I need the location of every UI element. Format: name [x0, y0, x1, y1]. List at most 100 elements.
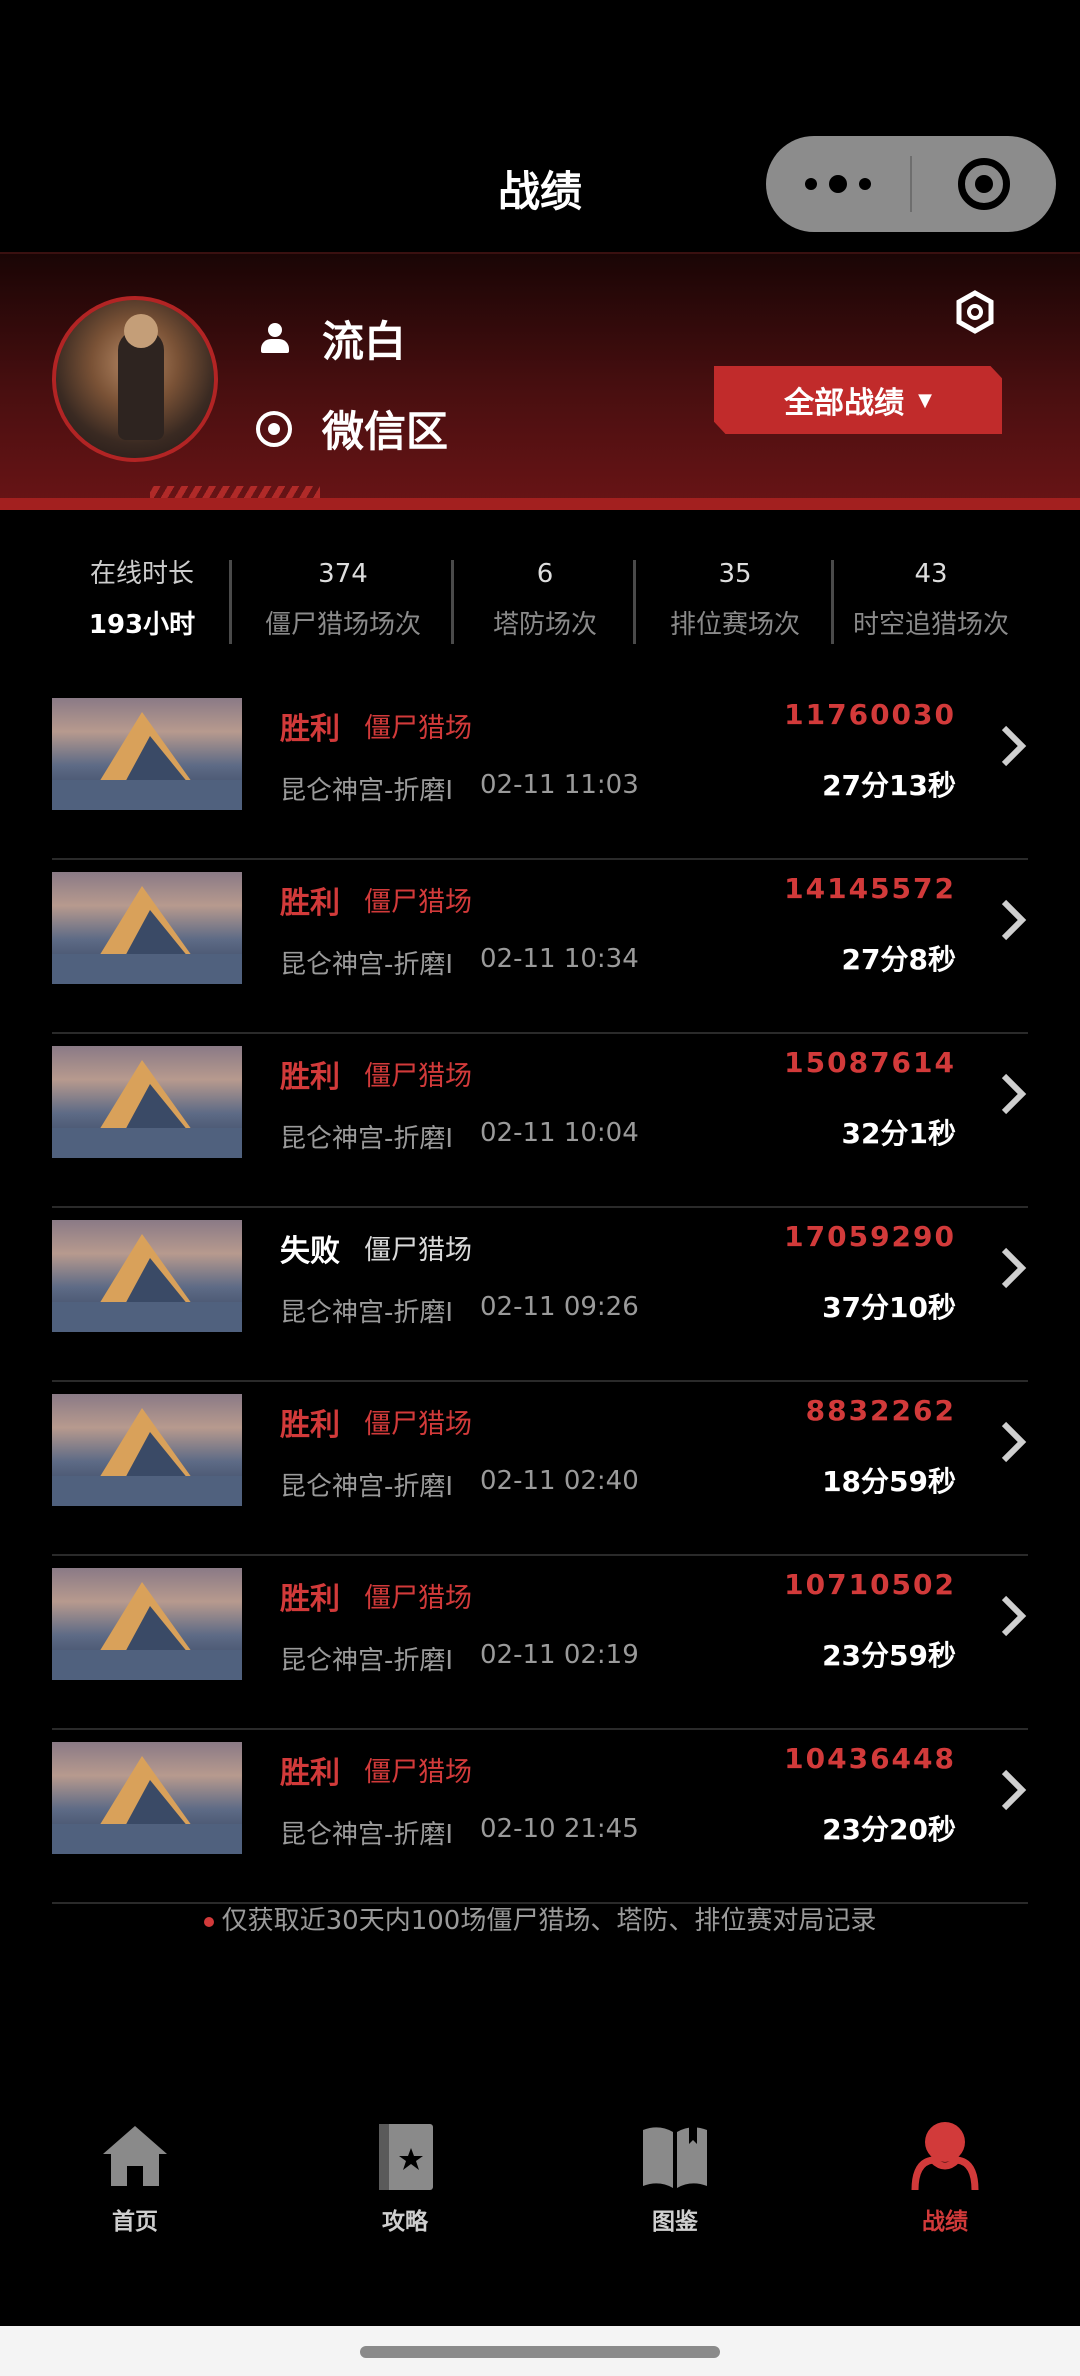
chevron-right-icon [1001, 1247, 1027, 1289]
tab-collection[interactable]: 图鉴 [540, 2068, 810, 2326]
stat-label: 时空追猎场次 [852, 610, 1009, 640]
match-record-row[interactable]: 胜利 僵尸猎场 昆仑神宫-折磨I 02-11 10:34 14145572 27… [0, 860, 1080, 1034]
match-result: 胜利 [280, 886, 340, 921]
match-map: 昆仑神宫-折磨I [280, 1298, 454, 1328]
stat-label: 塔防场次 [492, 610, 597, 640]
match-record-row[interactable]: 胜利 僵尸猎场 昆仑神宫-折磨I 02-10 21:45 10436448 23… [0, 1730, 1080, 1904]
match-time: 02-11 11:03 [480, 770, 639, 800]
player-name-row: 流白 [256, 308, 406, 369]
stat-tower-defense: 6 塔防场次 [454, 554, 636, 650]
match-time: 02-11 02:40 [480, 1466, 639, 1496]
user-icon [256, 321, 292, 357]
match-map: 昆仑神宫-折磨I [280, 776, 454, 806]
chevron-right-icon [1001, 1769, 1027, 1811]
stat-ranked: 35 排位赛场次 [636, 554, 834, 650]
tab-guide[interactable]: 攻略 [270, 2068, 540, 2326]
match-score: 8832262 [805, 1394, 956, 1427]
match-mode: 僵尸猎场 [364, 713, 472, 744]
match-map: 昆仑神宫-折磨I [280, 1820, 454, 1850]
match-result: 失败 [280, 1234, 340, 1269]
match-time: 02-11 02:19 [480, 1640, 639, 1670]
match-mode: 僵尸猎场 [364, 1235, 472, 1266]
target-icon [958, 158, 1010, 210]
avatar[interactable] [52, 296, 218, 462]
map-thumbnail [52, 1742, 242, 1854]
stat-value: 374 [318, 559, 368, 589]
map-thumbnail [52, 1394, 242, 1506]
open-book-icon [643, 2124, 707, 2188]
stat-value: 43 [914, 559, 948, 589]
zone-name: 微信区 [322, 407, 449, 456]
match-time: 02-11 09:26 [480, 1292, 639, 1322]
match-score: 10436448 [784, 1742, 956, 1775]
chevron-right-icon [1001, 1595, 1027, 1637]
match-result: 胜利 [280, 712, 340, 747]
match-record-row[interactable]: 胜利 僵尸猎场 昆仑神宫-折磨I 02-11 02:19 10710502 23… [0, 1556, 1080, 1730]
match-score: 11760030 [784, 698, 956, 731]
match-duration: 23分59秒 [822, 1639, 956, 1672]
match-score: 14145572 [784, 872, 956, 905]
more-options-button[interactable] [766, 136, 910, 232]
match-map: 昆仑神宫-折磨I [280, 950, 454, 980]
tab-label: 攻略 [382, 2209, 428, 2235]
tab-label: 首页 [112, 2209, 158, 2235]
dropdown-arrow-icon: ▼ [918, 389, 932, 411]
match-duration: 27分8秒 [841, 943, 956, 976]
mini-program-capsule [766, 136, 1056, 232]
match-duration: 32分1秒 [841, 1117, 956, 1150]
stat-time-chase: 43 时空追猎场次 [834, 554, 1028, 650]
stats-bar: 在线时长 193小时 374 僵尸猎场场次 6 塔防场次 35 排位赛场次 43… [52, 554, 1028, 650]
notice-label: 仅获取近30天内100场僵尸猎场、塔防、排位赛对局记录 [221, 1906, 877, 1936]
player-name: 流白 [322, 317, 407, 366]
banner-decoration [150, 486, 320, 498]
match-time: 02-10 21:45 [480, 1814, 639, 1844]
map-thumbnail [52, 1220, 242, 1332]
stat-label: 排位赛场次 [669, 610, 800, 640]
filter-label: 全部战绩 [784, 386, 905, 421]
match-mode: 僵尸猎场 [364, 887, 472, 918]
stat-label: 僵尸猎场场次 [264, 610, 421, 640]
match-score: 15087614 [784, 1046, 956, 1079]
home-indicator[interactable] [360, 2346, 720, 2358]
match-record-row[interactable]: 胜利 僵尸猎场 昆仑神宫-折磨I 02-11 02:40 8832262 18分… [0, 1382, 1080, 1556]
notice-text: 仅获取近30天内100场僵尸猎场、塔防、排位赛对局记录 [0, 1900, 1080, 1937]
chevron-right-icon [1001, 725, 1027, 767]
match-record-row[interactable]: 胜利 僵尸猎场 昆仑神宫-折磨I 02-11 11:03 11760030 27… [0, 686, 1080, 860]
zone-icon [256, 410, 292, 447]
match-record-row[interactable]: 胜利 僵尸猎场 昆仑神宫-折磨I 02-11 10:04 15087614 32… [0, 1034, 1080, 1208]
stat-value: 6 [536, 559, 554, 589]
match-result: 胜利 [280, 1060, 340, 1095]
home-icon [103, 2126, 167, 2186]
settings-hex-icon[interactable] [956, 290, 994, 334]
match-mode: 僵尸猎场 [364, 1061, 472, 1092]
chevron-right-icon [1001, 1421, 1027, 1463]
match-map: 昆仑神宫-折磨I [280, 1124, 454, 1154]
match-mode: 僵尸猎场 [364, 1757, 472, 1788]
match-record-list: 胜利 僵尸猎场 昆仑神宫-折磨I 02-11 11:03 11760030 27… [0, 686, 1080, 1904]
chevron-right-icon [1001, 899, 1027, 941]
match-result: 胜利 [280, 1408, 340, 1443]
match-mode: 僵尸猎场 [364, 1409, 472, 1440]
tab-records[interactable]: 战绩 [810, 2068, 1080, 2326]
filter-dropdown-button[interactable]: 全部战绩 ▼ [714, 366, 1002, 434]
tab-home[interactable]: 首页 [0, 2068, 270, 2326]
map-thumbnail [52, 1568, 242, 1680]
stat-value: 35 [718, 559, 752, 589]
banner-stripe [0, 498, 1080, 510]
match-record-row[interactable]: 失败 僵尸猎场 昆仑神宫-折磨I 02-11 09:26 17059290 37… [0, 1208, 1080, 1382]
match-time: 02-11 10:04 [480, 1118, 639, 1148]
map-thumbnail [52, 698, 242, 810]
bullet-dot-icon [203, 1916, 214, 1927]
guide-book-icon [379, 2124, 433, 2190]
match-score: 10710502 [784, 1568, 956, 1601]
tab-label: 战绩 [922, 2209, 968, 2235]
close-mini-program-button[interactable] [912, 136, 1056, 232]
match-map: 昆仑神宫-折磨I [280, 1472, 454, 1502]
stat-zombie-hunt: 374 僵尸猎场场次 [232, 554, 454, 650]
top-bar: 战绩 [0, 0, 1080, 252]
match-result: 胜利 [280, 1582, 340, 1617]
match-time: 02-11 10:34 [480, 944, 639, 974]
bottom-tab-bar: 首页 攻略 图鉴 战绩 [0, 2068, 1080, 2326]
match-score: 17059290 [784, 1220, 956, 1253]
match-duration: 37分10秒 [822, 1291, 956, 1324]
